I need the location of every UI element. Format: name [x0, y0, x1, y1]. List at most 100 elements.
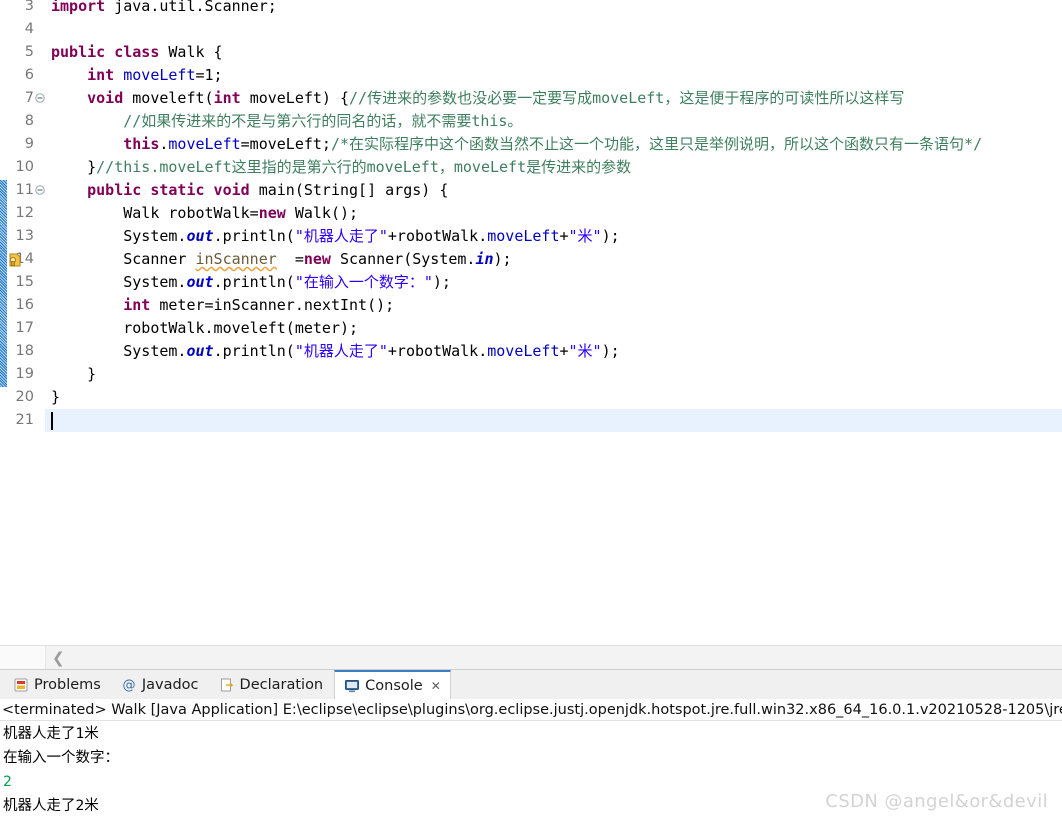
- code-token-pln: Walk robotWalk=: [51, 204, 259, 222]
- console-line: 机器人走了1米: [3, 726, 99, 742]
- code-line[interactable]: Scanner inScanner =new Scanner(System.in…: [51, 248, 512, 271]
- fold-collapse-icon[interactable]: [34, 87, 45, 110]
- code-token-pln: +: [559, 227, 569, 245]
- watermark: CSDN @angel&or&devil: [825, 791, 1048, 812]
- code-token-kw: this: [123, 135, 160, 153]
- code-token-pln: moveLeft) {: [249, 89, 350, 107]
- bottom-panel: Problems @ Javadoc Declaration Console ✕ <ter…: [0, 669, 1062, 824]
- code-token-warnu: inScanner: [195, 250, 277, 268]
- tab-console[interactable]: Console ✕: [334, 670, 451, 700]
- code-token-pln: [51, 66, 87, 84]
- code-token-kw: int: [123, 296, 160, 314]
- code-token-pln: [51, 135, 123, 153]
- tab-label: Javadoc: [141, 677, 199, 693]
- code-token-pln: [51, 296, 123, 314]
- code-line[interactable]: Walk robotWalk=new Walk();: [51, 202, 358, 225]
- code-token-pln: +robotWalk.: [387, 342, 488, 360]
- code-line[interactable]: this.moveLeft=moveLeft;/*在实际程序中这个函数当然不止这…: [51, 133, 982, 156]
- code-token-cmt: //this.moveLeft这里指的是第六行的moveLeft，moveLef…: [96, 158, 632, 176]
- code-token-pln: System.: [51, 342, 187, 360]
- code-token-pln: .println(: [213, 273, 295, 291]
- fold-collapse-icon[interactable]: [34, 179, 45, 202]
- code-line[interactable]: }//this.moveLeft这里指的是第六行的moveLeft，moveLe…: [51, 156, 631, 179]
- code-editor[interactable]: 3 4 5 6 7 8 9 10 11 12 13 14 15 16 17 18 19 20 21 import j…: [0, 0, 1062, 645]
- line-number: 10: [15, 159, 34, 175]
- code-token-pln: meter=inScanner.nextInt();: [159, 296, 395, 314]
- code-token-pln: );: [601, 227, 620, 245]
- current-line-highlight: [45, 409, 1062, 432]
- line-number: 3: [24, 0, 34, 14]
- code-line[interactable]: }: [51, 386, 60, 409]
- code-line[interactable]: //如果传进来的不是与第六行的同名的话，就不需要this。: [51, 110, 522, 133]
- code-line[interactable]: System.out.println("机器人走了"+robotWalk.mov…: [51, 225, 620, 248]
- code-token-pln: robotWalk.moveleft(meter);: [51, 319, 359, 337]
- code-token-cmt: /*在实际程序中这个函数当然不止这一个功能，这里只是举例说明，所以这个函数只有一…: [330, 135, 983, 153]
- console-line: 在输入一个数字：: [3, 750, 119, 766]
- svg-text:@: @: [122, 678, 135, 693]
- code-token-pln: Scanner(System.: [340, 250, 476, 268]
- line-number: 20: [15, 389, 34, 405]
- code-line[interactable]: }: [51, 363, 96, 386]
- code-token-str: "在输入一个数字：": [294, 273, 433, 291]
- code-token-pln: .println(: [213, 227, 295, 245]
- code-token-kw: public static void: [87, 181, 259, 199]
- code-token-fld: moveLeft: [168, 135, 241, 153]
- code-line[interactable]: System.out.println("在输入一个数字：");: [51, 271, 451, 294]
- line-number: 21: [15, 412, 34, 428]
- code-token-pln: }: [51, 365, 97, 383]
- code-token-pln: .println(: [213, 342, 295, 360]
- code-line[interactable]: void moveleft(int moveLeft) {//传进来的参数也没必…: [51, 87, 904, 110]
- code-token-fld: moveLeft: [487, 342, 560, 360]
- code-token-sfld: out: [186, 227, 214, 245]
- line-number: 8: [24, 113, 34, 129]
- code-token-pln: [51, 112, 123, 130]
- warning-marker-icon[interactable]: [7, 252, 23, 268]
- code-token-pln: Scanner: [51, 250, 196, 268]
- code-line[interactable]: import java.util.Scanner;: [51, 0, 277, 18]
- view-tab-bar[interactable]: Problems @ Javadoc Declaration Console ✕: [0, 669, 1062, 700]
- code-token-pln: [51, 89, 87, 107]
- console-line: 机器人走了2米: [3, 798, 99, 814]
- tab-declaration[interactable]: Declaration: [210, 670, 333, 700]
- code-token-pln: System.: [51, 227, 187, 245]
- editor-bottom-corner: [0, 646, 46, 670]
- code-token-sfld: out: [186, 342, 214, 360]
- tab-javadoc[interactable]: @ Javadoc: [112, 670, 208, 700]
- tab-label: Problems: [34, 677, 101, 693]
- console-launch-line: <terminated> Walk [Java Application] E:\…: [0, 699, 1062, 721]
- declaration-icon: [219, 677, 235, 693]
- code-token-sfld: out: [186, 273, 214, 291]
- code-token-fld: moveLeft: [123, 66, 196, 84]
- code-token-kw: import: [51, 0, 115, 15]
- code-token-pln: );: [493, 250, 512, 268]
- tab-problems[interactable]: Problems: [4, 670, 110, 700]
- code-token-pln: moveleft(: [132, 89, 214, 107]
- code-token-pln: +robotWalk.: [387, 227, 488, 245]
- code-token-pln: );: [601, 342, 620, 360]
- code-text-area[interactable]: import java.util.Scanner; public class Wa…: [45, 0, 1062, 645]
- code-token-pln: java.util.Scanner;: [114, 0, 277, 15]
- tab-label: Declaration: [239, 677, 324, 693]
- code-line[interactable]: public static void main(String[] args) {: [51, 179, 448, 202]
- code-token-pln: +: [559, 342, 569, 360]
- code-line[interactable]: System.out.println("机器人走了"+robotWalk.mov…: [51, 340, 620, 363]
- code-token-pln: Walk();: [294, 204, 359, 222]
- code-token-str: "机器人走了": [294, 227, 388, 245]
- close-icon[interactable]: ✕: [431, 679, 441, 693]
- code-line[interactable]: int moveLeft=1;: [51, 64, 222, 87]
- line-number: 7: [24, 90, 34, 106]
- code-token-sfld: in: [475, 250, 494, 268]
- code-token-cmt: //如果传进来的不是与第六行的同名的话，就不需要this。: [123, 112, 523, 130]
- code-token-str: "米": [568, 227, 602, 245]
- code-line[interactable]: int meter=inScanner.nextInt();: [51, 294, 394, 317]
- code-token-str: "米": [568, 342, 602, 360]
- code-line[interactable]: robotWalk.moveleft(meter);: [51, 317, 358, 340]
- code-token-pln: [51, 181, 87, 199]
- code-token-pln: =moveLeft;: [240, 135, 331, 153]
- code-token-pln: }: [51, 388, 61, 406]
- code-token-pln: =: [276, 250, 304, 268]
- code-line[interactable]: public class Walk {: [51, 41, 223, 64]
- chevron-left-icon[interactable]: ❮: [52, 650, 66, 666]
- problems-icon: [13, 677, 29, 693]
- console-line: 2: [3, 774, 12, 790]
